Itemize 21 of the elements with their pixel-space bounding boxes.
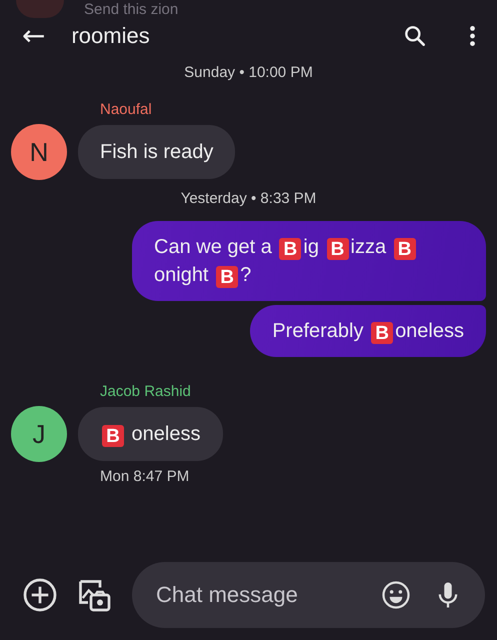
timestamp: Sunday • 10:00 PM [184, 64, 313, 81]
sender-name: Naoufal [100, 101, 152, 118]
more-options-icon[interactable] [468, 23, 477, 49]
message-preview: Send this zion [84, 0, 178, 18]
message-bubble: Fish is ready [78, 125, 236, 179]
gallery-camera-icon[interactable] [76, 577, 112, 613]
emoji-icon[interactable] [381, 580, 411, 610]
search-icon[interactable] [402, 23, 428, 49]
message-bubble: Can we get a B ig B izza B onight B ? [132, 221, 486, 301]
message-bubble: Preferably B oneless [250, 305, 486, 357]
avatar: N [11, 124, 67, 180]
sender-name: Jacob Rashid [100, 383, 191, 400]
timestamp: Yesterday • 8:33 PM [180, 190, 316, 207]
message-bubble: B oneless [78, 407, 222, 461]
avatar: J [11, 406, 67, 462]
message-time: Mon 8:47 PM [100, 468, 190, 485]
avatar [16, 0, 64, 18]
message-input[interactable]: Chat message [154, 581, 359, 609]
add-icon[interactable] [22, 577, 58, 613]
conversation-title: roomies [71, 23, 150, 49]
back-button[interactable]: ← [22, 22, 46, 50]
